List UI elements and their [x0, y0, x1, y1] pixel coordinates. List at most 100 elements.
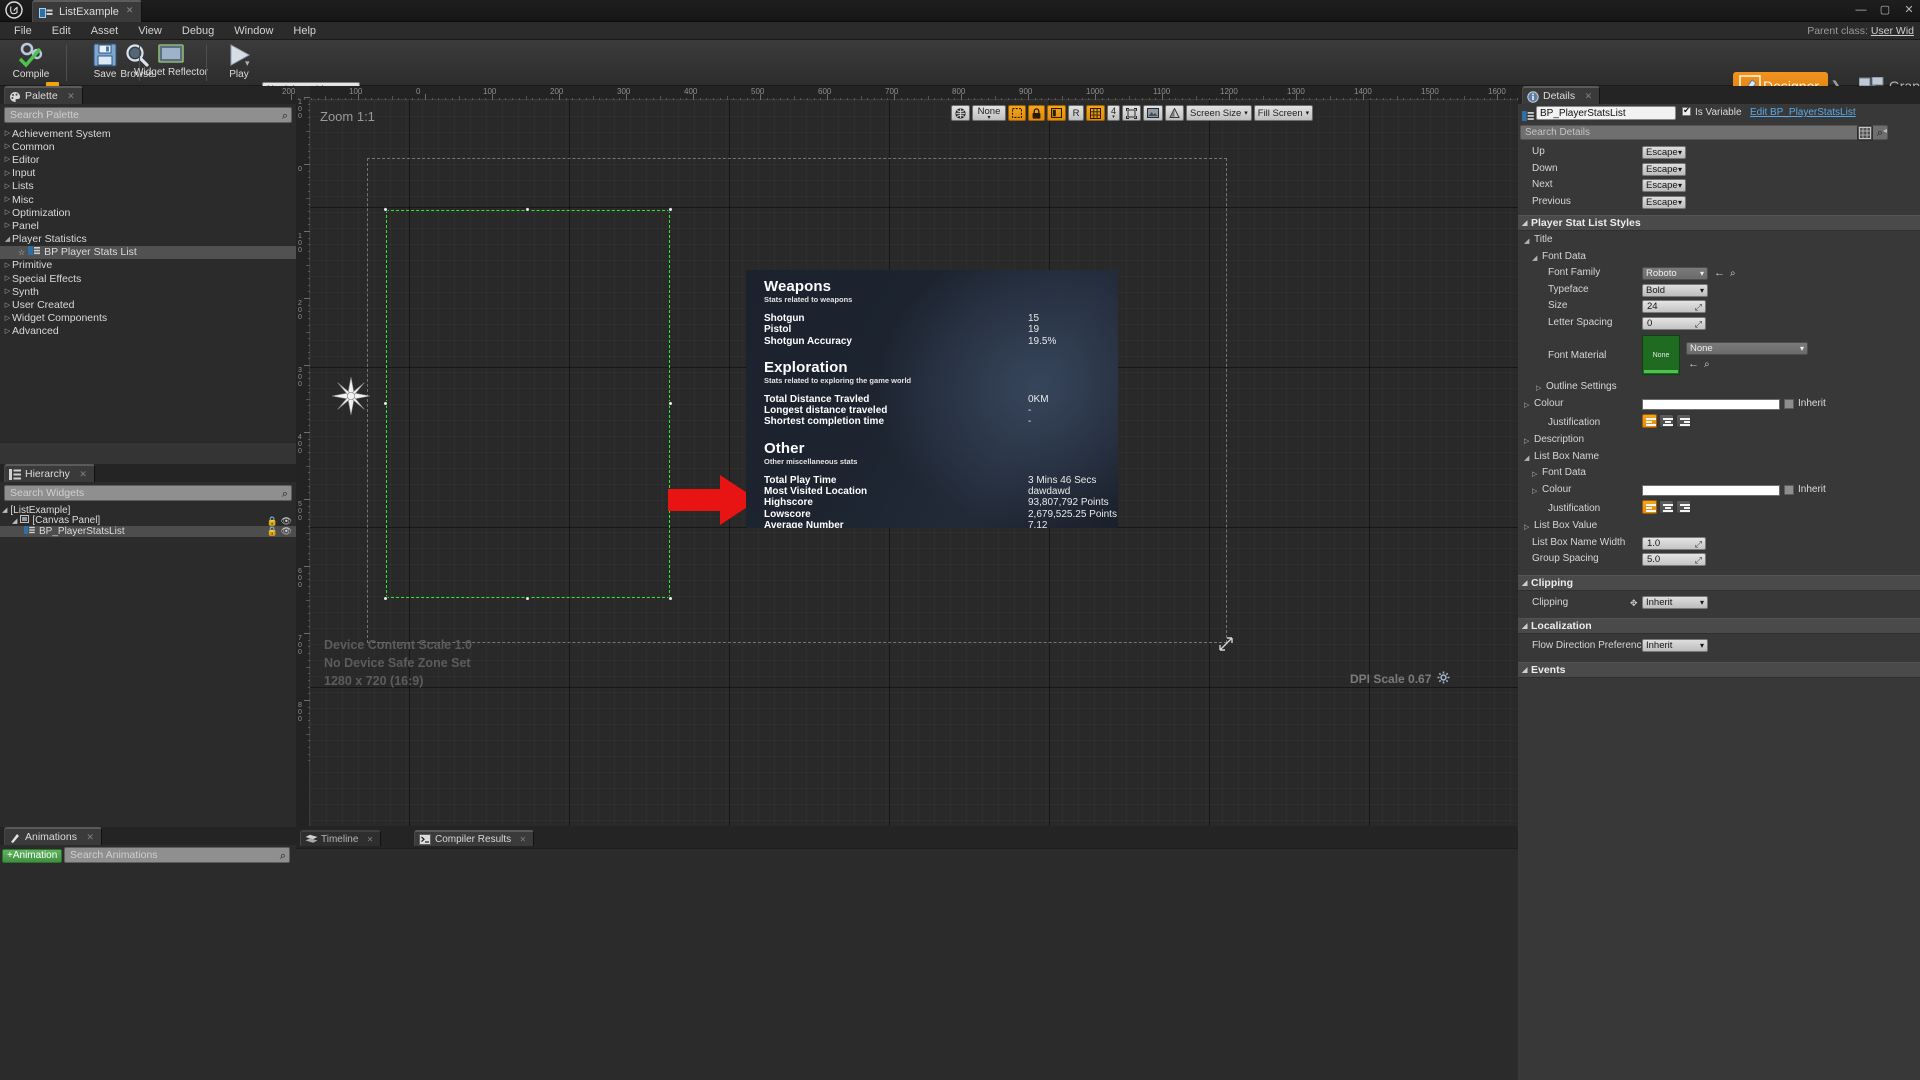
palette-category-advanced[interactable]: ▷ Advanced	[0, 325, 296, 338]
search-animations-input[interactable]: Search Animations ⌕	[64, 847, 290, 863]
category-player-stat-list-styles[interactable]: ◢ Player Stat List Styles	[1518, 215, 1920, 231]
nav-combo-up[interactable]: Escape ▾	[1642, 146, 1686, 159]
resize-handle-bl[interactable]	[383, 596, 388, 601]
font-material-swatch[interactable]: None	[1642, 335, 1680, 375]
fill-screen-dropdown[interactable]: Fill Screen ▾	[1253, 105, 1314, 121]
search-widgets-input[interactable]: Search Widgets ⌕	[4, 485, 292, 501]
lock-icon[interactable]: 🔒	[267, 516, 278, 527]
chevron-down-icon[interactable]: ◢	[12, 517, 17, 525]
justify-center-button[interactable]	[1659, 500, 1674, 514]
list-box-name-inherit-checkbox[interactable]	[1784, 484, 1794, 495]
palette-category-special-effects[interactable]: ▷ Special Effects	[0, 272, 296, 285]
reset-to-default-icon[interactable]: ←	[1714, 267, 1725, 279]
palette-category-synth[interactable]: ▷ Synth	[0, 285, 296, 298]
clipping-combo[interactable]: Inherit ▾	[1642, 595, 1708, 609]
edit-blueprint-link[interactable]: Edit BP_PlayerStatsList	[1750, 106, 1856, 120]
close-icon[interactable]: ✕	[79, 470, 87, 479]
palette-category-common[interactable]: ▷ Common	[0, 140, 296, 153]
favorite-star-icon[interactable]: ☆	[18, 248, 25, 257]
add-animation-button[interactable]: +Animation	[2, 849, 63, 863]
menu-file[interactable]: File	[4, 22, 42, 40]
grid-snap-toggle[interactable]	[1086, 105, 1105, 121]
lock-layout-toggle[interactable]	[1028, 105, 1045, 121]
screen-size-dropdown[interactable]: Screen Size ▾	[1186, 105, 1252, 121]
close-icon[interactable]: ✕	[367, 836, 374, 844]
typeface-combo[interactable]: Bold ▾	[1642, 283, 1708, 297]
group-font-data[interactable]: ◢ Font Data	[1518, 250, 1920, 267]
group-description[interactable]: ▷ Description	[1518, 433, 1920, 450]
group-outline-settings[interactable]: ▷ Outline Settings	[1518, 380, 1920, 397]
resize-handle-tc[interactable]	[525, 207, 530, 212]
menu-view[interactable]: View	[128, 22, 172, 40]
tab-palette[interactable]: Palette ✕	[4, 86, 83, 104]
palette-category-player-statistics[interactable]: ◢ Player Statistics	[0, 233, 296, 246]
player-stats-list-preview[interactable]: Weapons Stats related to weapons Shotgun…	[746, 270, 1118, 528]
resize-handle-tl[interactable]	[383, 207, 388, 212]
bind-property-icon[interactable]: ✥	[1630, 598, 1638, 609]
palette-category-panel[interactable]: ▷ Panel	[0, 219, 296, 232]
menu-debug[interactable]: Debug	[172, 22, 224, 40]
grid-size-stepper[interactable]: 4 ▾	[1107, 105, 1121, 121]
list-box-name-colour-swatch[interactable]	[1642, 484, 1780, 496]
details-view-options-button[interactable]	[1857, 125, 1873, 141]
mirror-button[interactable]	[1165, 105, 1185, 121]
minimize-button[interactable]: —	[1854, 3, 1868, 17]
spinner-icon[interactable]: ⤢	[1695, 301, 1702, 313]
palette-category-primitive[interactable]: ▷ Primitive	[0, 259, 296, 272]
resize-handle-mr[interactable]	[668, 401, 673, 406]
group-title[interactable]: ◢ Title	[1518, 233, 1920, 250]
tab-compiler-results[interactable]: Compiler Results ✕	[414, 830, 535, 846]
font-family-combo[interactable]: Roboto ▾	[1642, 267, 1708, 280]
resize-handle-bc[interactable]	[525, 596, 530, 601]
tab-details[interactable]: Details ✕	[1522, 86, 1601, 104]
nav-combo-next[interactable]: Escape ▾	[1642, 179, 1686, 192]
category-localization[interactable]: ◢ Localization	[1518, 618, 1920, 634]
spinner-icon[interactable]: ⤢	[1695, 318, 1702, 330]
spinner-icon[interactable]: ⤢	[1695, 554, 1702, 566]
lock-icon[interactable]: 🔒	[267, 526, 278, 537]
group-list-box-value[interactable]: ▷ List Box Value	[1518, 519, 1920, 536]
flow-direction-combo[interactable]: Inherit ▾	[1642, 639, 1708, 652]
search-palette-input[interactable]: Search Palette ⌕	[4, 107, 292, 123]
resolution-r-button[interactable]: R	[1068, 105, 1084, 121]
fit-screen-button[interactable]	[1122, 105, 1142, 121]
palette-category-misc[interactable]: ▷ Misc	[0, 193, 296, 206]
group-spacing-input[interactable]: 5.0 ⤢	[1642, 553, 1706, 566]
tab-timeline[interactable]: Timeline ✕	[300, 830, 382, 846]
size-number-input[interactable]: 24 ⤢	[1642, 300, 1706, 313]
resize-handle-tr[interactable]	[668, 207, 673, 212]
dpi-settings-gear-icon[interactable]	[1437, 671, 1450, 689]
tab-animations[interactable]: Animations ✕	[4, 827, 102, 845]
chevron-down-icon[interactable]: ◢	[2, 506, 7, 514]
designer-viewport[interactable]: Weapons Stats related to weapons Shotgun…	[310, 100, 1518, 826]
close-icon[interactable]: ✕	[67, 92, 75, 101]
hierarchy-row-bp-playerstatslist[interactable]: BP_PlayerStatsList 🔒 👁	[0, 525, 296, 537]
close-icon[interactable]: ✕	[519, 836, 526, 844]
nav-combo-previous[interactable]: Escape ▾	[1642, 195, 1686, 209]
palette-category-input[interactable]: ▷ Input	[0, 167, 296, 180]
list-box-name-width-input[interactable]: 1.0 ⤢	[1642, 536, 1706, 550]
widget-reflector-button[interactable]: Widget Reflector	[134, 42, 208, 84]
parent-class-value[interactable]: User Wid	[1871, 25, 1914, 37]
resize-handle-ml[interactable]	[383, 401, 388, 406]
palette-category-optimization[interactable]: ▷ Optimization	[0, 206, 296, 219]
group-font-data-2[interactable]: ▷ Font Data	[1518, 466, 1920, 483]
maximize-button[interactable]: ▢	[1878, 3, 1892, 17]
justify-right-button[interactable]	[1676, 500, 1691, 514]
document-tab-listexample[interactable]: ListExample ✕	[32, 0, 142, 22]
none-dropdown-button[interactable]: None ▾	[972, 105, 1006, 121]
locator-globe-button[interactable]	[951, 105, 970, 121]
nav-combo-down[interactable]: Escape ▾	[1642, 162, 1686, 176]
image-preview-button[interactable]	[1143, 105, 1164, 121]
compile-button[interactable]: Compile	[0, 42, 62, 84]
palette-category-user-created[interactable]: ▷ User Created	[0, 298, 296, 311]
font-material-combo[interactable]: None ▾	[1686, 342, 1808, 355]
category-clipping[interactable]: ◢ Clipping	[1518, 574, 1920, 591]
visibility-eye-icon[interactable]: 👁	[281, 516, 292, 527]
hierarchy-row-canvas-panel[interactable]: ◢ [Canvas Panel] 🔒 👁	[0, 515, 296, 527]
play-button[interactable]: Play	[208, 42, 270, 84]
browse-asset-icon[interactable]: ⌕	[1730, 268, 1736, 279]
title-inherit-checkbox[interactable]	[1784, 398, 1794, 409]
menu-help[interactable]: Help	[283, 22, 326, 40]
justify-right-button[interactable]	[1676, 414, 1691, 428]
